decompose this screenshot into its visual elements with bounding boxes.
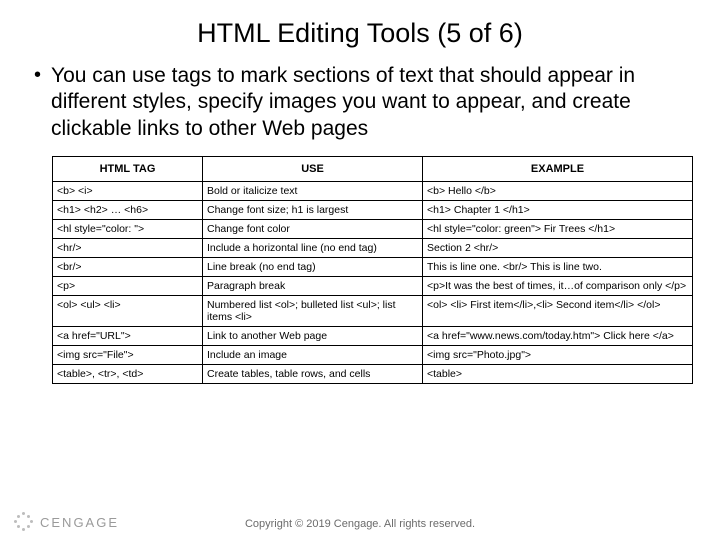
bullet-icon: • xyxy=(34,63,41,87)
cell-example: <ol> <li> First item</li>,<li> Second it… xyxy=(423,295,693,326)
bullet-item: • You can use tags to mark sections of t… xyxy=(28,63,692,142)
cell-example: <table> xyxy=(423,364,693,383)
cell-example: <b> Hello </b> xyxy=(423,181,693,200)
cell-example: Section 2 <hr/> xyxy=(423,238,693,257)
cell-tag: <hl style="color: "> xyxy=(53,219,203,238)
cell-tag: <a href="URL"> xyxy=(53,326,203,345)
table-row: <br/> Line break (no end tag) This is li… xyxy=(53,257,693,276)
cell-use: Change font color xyxy=(203,219,423,238)
table-row: <h1> <h2> … <h6> Change font size; h1 is… xyxy=(53,200,693,219)
cell-tag: <table>, <tr>, <td> xyxy=(53,364,203,383)
cell-use: Create tables, table rows, and cells xyxy=(203,364,423,383)
reference-table: HTML TAG USE EXAMPLE <b> <i> Bold or ita… xyxy=(52,156,693,384)
slide: HTML Editing Tools (5 of 6) • You can us… xyxy=(0,0,720,540)
cell-example: <img src="Photo.jpg"> xyxy=(423,345,693,364)
cell-example: <h1> Chapter 1 </h1> xyxy=(423,200,693,219)
table-row: <ol> <ul> <li> Numbered list <ol>; bulle… xyxy=(53,295,693,326)
table-row: <a href="URL"> Link to another Web page … xyxy=(53,326,693,345)
table-header-row: HTML TAG USE EXAMPLE xyxy=(53,156,693,181)
cell-use: Bold or italicize text xyxy=(203,181,423,200)
cell-tag: <hr/> xyxy=(53,238,203,257)
cell-use: Paragraph break xyxy=(203,276,423,295)
cell-tag: <img src="File"> xyxy=(53,345,203,364)
cell-example: This is line one. <br/> This is line two… xyxy=(423,257,693,276)
cell-use: Include a horizontal line (no end tag) xyxy=(203,238,423,257)
table-row: <hl style="color: "> Change font color <… xyxy=(53,219,693,238)
cell-use: Link to another Web page xyxy=(203,326,423,345)
table-row: <table>, <tr>, <td> Create tables, table… xyxy=(53,364,693,383)
table-row: <hr/> Include a horizontal line (no end … xyxy=(53,238,693,257)
cell-example: <a href="www.news.com/today.htm"> Click … xyxy=(423,326,693,345)
cell-tag: <p> xyxy=(53,276,203,295)
cell-use: Include an image xyxy=(203,345,423,364)
body-text: You can use tags to mark sections of tex… xyxy=(51,63,692,142)
col-header-use: USE xyxy=(203,156,423,181)
table-row: <img src="File"> Include an image <img s… xyxy=(53,345,693,364)
cell-tag: <ol> <ul> <li> xyxy=(53,295,203,326)
table-row: <b> <i> Bold or italicize text <b> Hello… xyxy=(53,181,693,200)
slide-title: HTML Editing Tools (5 of 6) xyxy=(28,18,692,49)
col-header-example: EXAMPLE xyxy=(423,156,693,181)
cell-use: Line break (no end tag) xyxy=(203,257,423,276)
copyright-text: Copyright © 2019 Cengage. All rights res… xyxy=(0,518,720,530)
cell-use: Numbered list <ol>; bulleted list <ul>; … xyxy=(203,295,423,326)
cell-use: Change font size; h1 is largest xyxy=(203,200,423,219)
cell-tag: <b> <i> xyxy=(53,181,203,200)
table-row: <p> Paragraph break <p>It was the best o… xyxy=(53,276,693,295)
cell-tag: <h1> <h2> … <h6> xyxy=(53,200,203,219)
col-header-tag: HTML TAG xyxy=(53,156,203,181)
cell-example: <hl style="color: green"> Fir Trees </h1… xyxy=(423,219,693,238)
cell-example: <p>It was the best of times, it…of compa… xyxy=(423,276,693,295)
cell-tag: <br/> xyxy=(53,257,203,276)
